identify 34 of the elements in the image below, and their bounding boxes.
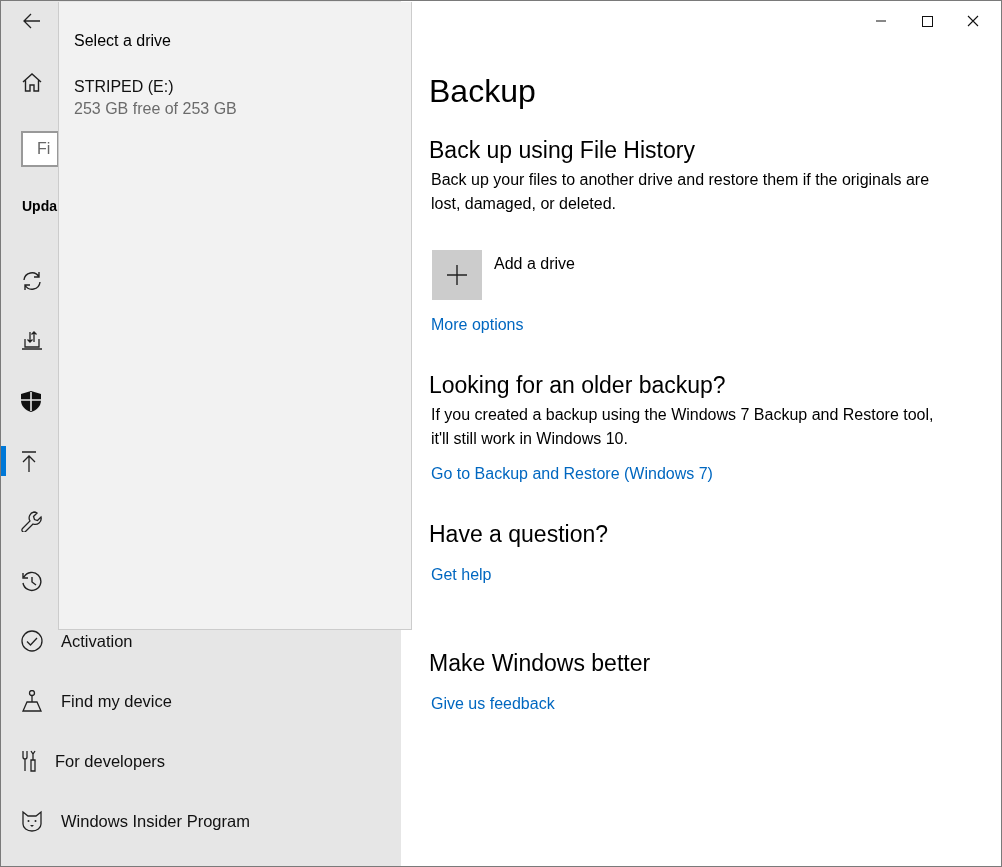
sidebar-item[interactable]: For developers bbox=[1, 731, 401, 791]
flyout-title: Select a drive bbox=[74, 32, 172, 50]
check-circle-icon bbox=[21, 630, 43, 652]
search-field[interactable]: Fi bbox=[21, 131, 59, 167]
tools-icon bbox=[21, 750, 37, 772]
sidebar-heading: Upda bbox=[21, 197, 57, 216]
link[interactable]: More options bbox=[431, 316, 524, 334]
wrench-icon bbox=[21, 510, 42, 532]
description-text: Back up your files to another drive and restore them if the originals are lost, damaged, or deleted. bbox=[431, 170, 931, 214]
page-title: Backup bbox=[429, 73, 537, 110]
cat-icon bbox=[21, 810, 43, 832]
shield-icon bbox=[21, 390, 41, 412]
laptop-arrows-icon bbox=[21, 331, 43, 351]
section-heading: Make Windows better bbox=[429, 650, 652, 677]
section-heading: Have a question? bbox=[429, 521, 609, 548]
add-drive-label: Add a drive bbox=[494, 255, 575, 274]
link[interactable]: Go to Backup and Restore (Windows 7) bbox=[431, 465, 713, 483]
section-heading: Looking for an older backup? bbox=[429, 372, 727, 399]
link[interactable]: Give us feedback bbox=[431, 695, 555, 713]
sidebar-item[interactable]: Find my device bbox=[1, 671, 401, 731]
link[interactable]: Get help bbox=[431, 566, 492, 584]
description-text: If you created a backup using the Windows 7 Backup and Restore tool, it'll still work in Windows 10. bbox=[431, 405, 935, 449]
section-heading: Back up using File History bbox=[429, 137, 696, 164]
plus-icon bbox=[447, 265, 467, 285]
sidebar-item[interactable]: Windows Insider Program bbox=[1, 791, 401, 851]
home-icon[interactable] bbox=[22, 72, 42, 92]
upload-icon bbox=[21, 450, 37, 472]
history-icon bbox=[21, 570, 42, 592]
sidebar-item[interactable]: Activation bbox=[1, 611, 401, 671]
back-icon[interactable] bbox=[23, 13, 41, 29]
sync-icon bbox=[21, 271, 43, 291]
add-drive-button[interactable] bbox=[432, 250, 482, 300]
person-pin-icon bbox=[21, 690, 43, 712]
drive-item[interactable]: STRIPED (E:) 253 GB free of 253 GB bbox=[74, 78, 396, 118]
